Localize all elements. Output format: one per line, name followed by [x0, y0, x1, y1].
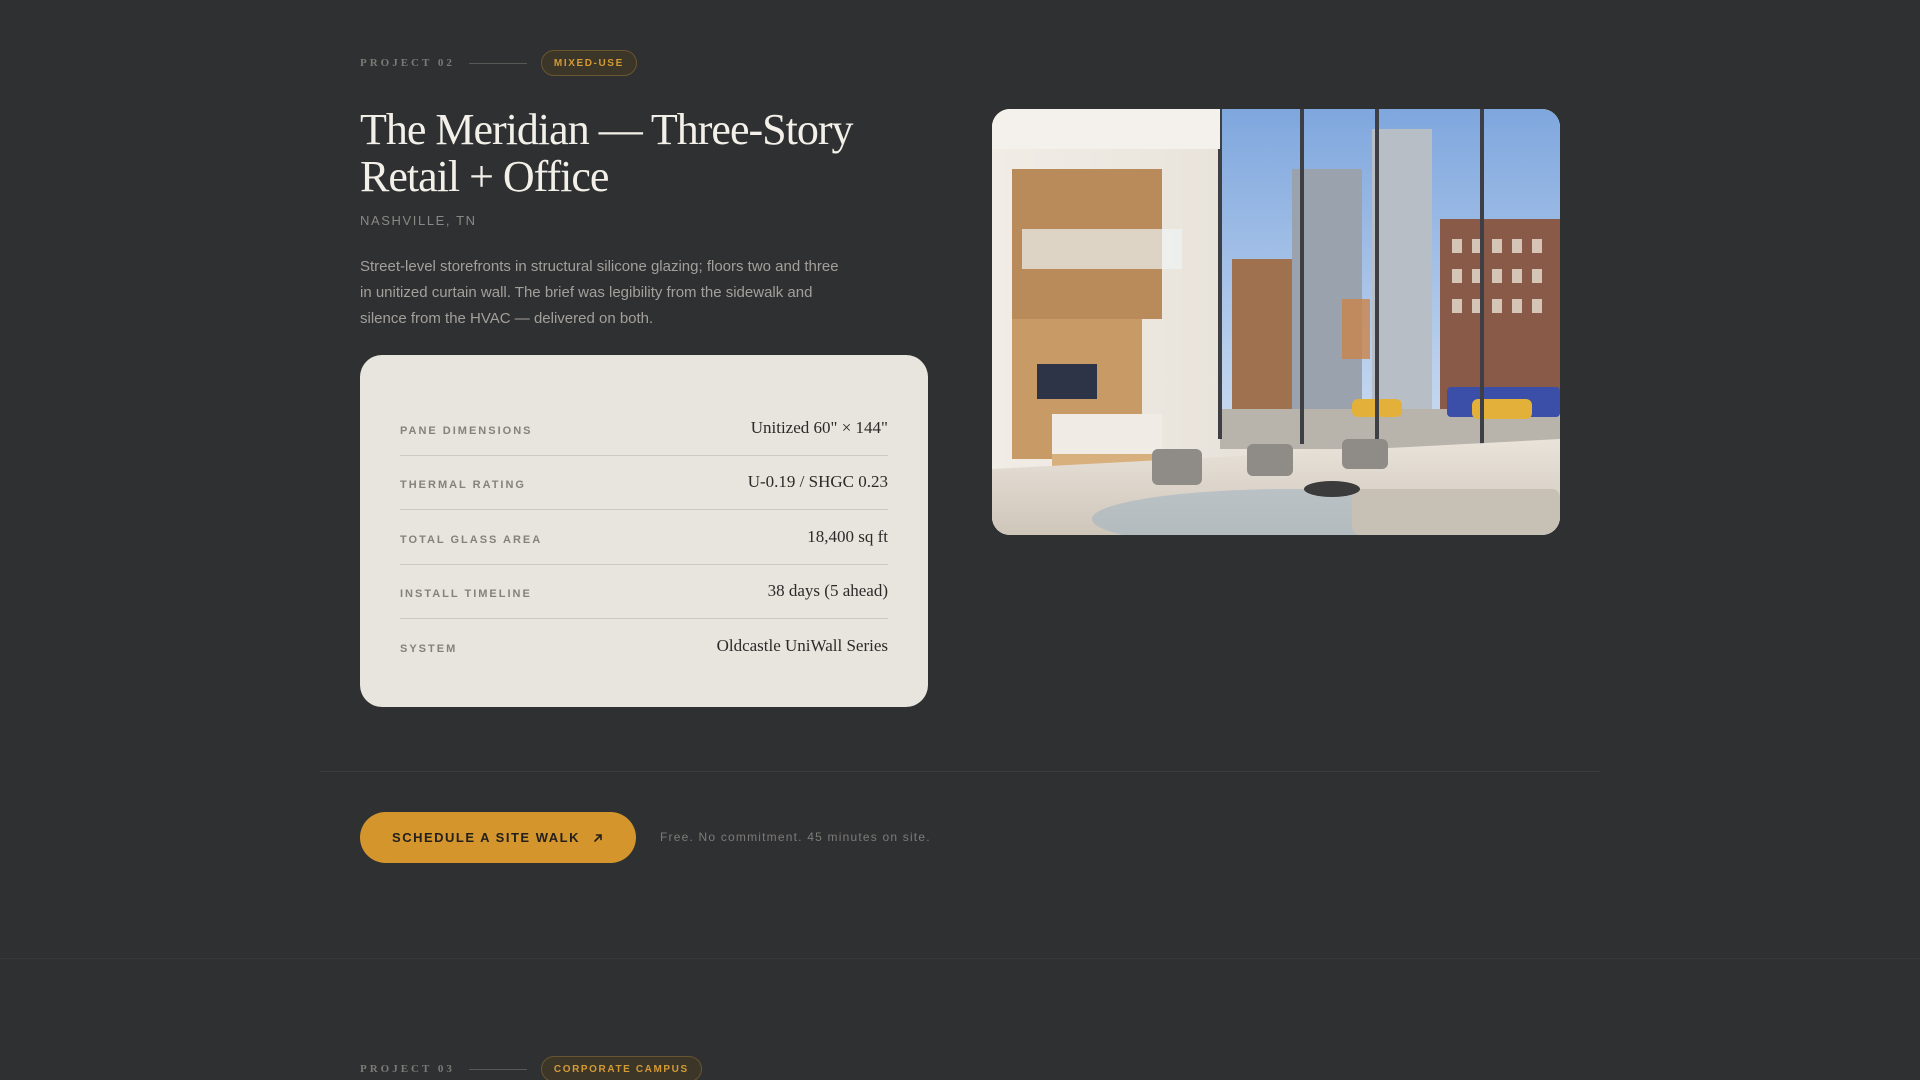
spec-value: Unitized 60" × 144" — [750, 417, 888, 437]
project-number: PROJECT 03 — [360, 1063, 455, 1075]
spec-value: 18,400 sq ft — [807, 526, 888, 546]
section-divider — [320, 771, 1600, 772]
spec-label: SYSTEM — [400, 643, 458, 656]
spec-row: THERMAL RATING U-0.19 / SHGC 0.23 — [400, 456, 888, 510]
project-location: NASHVILLE, TN — [360, 213, 477, 228]
spec-card: PANE DIMENSIONS Unitized 60" × 144" THER… — [360, 355, 928, 707]
category-badge: MIXED-USE — [540, 50, 637, 76]
schedule-site-walk-button[interactable]: SCHEDULE A SITE WALK — [360, 812, 636, 863]
spec-value: 38 days (5 ahead) — [767, 581, 888, 601]
spec-row: SYSTEM Oldcastle UniWall Series — [400, 619, 888, 674]
spec-label: INSTALL TIMELINE — [400, 588, 532, 601]
project-number: PROJECT 02 — [360, 57, 455, 69]
spec-row: TOTAL GLASS AREA 18,400 sq ft — [400, 510, 888, 565]
spec-label: PANE DIMENSIONS — [400, 424, 533, 437]
cta-note: Free. No commitment. 45 minutes on site. — [660, 830, 931, 844]
spec-value: U-0.19 / SHGC 0.23 — [747, 472, 888, 492]
cta-label: SCHEDULE A SITE WALK — [392, 830, 580, 845]
eyebrow-rule — [468, 62, 527, 64]
project-title: The Meridian — Three-Story Retail + Offi… — [360, 105, 853, 201]
spec-row: PANE DIMENSIONS Unitized 60" × 144" — [400, 401, 888, 456]
spec-label: TOTAL GLASS AREA — [400, 533, 543, 546]
category-badge: CORPORATE CAMPUS — [540, 1056, 702, 1080]
eyebrow-rule — [468, 1068, 527, 1070]
spec-label: THERMAL RATING — [400, 479, 526, 492]
spec-value: Oldcastle UniWall Series — [716, 636, 888, 656]
project-photo — [992, 109, 1560, 535]
project-eyebrow: PROJECT 02 MIXED-USE — [360, 50, 637, 76]
project-divider — [0, 958, 1920, 959]
project-eyebrow-next: PROJECT 03 CORPORATE CAMPUS — [360, 1056, 702, 1080]
project-description: Street-level storefronts in structural s… — [360, 258, 839, 327]
spec-row: INSTALL TIMELINE 38 days (5 ahead) — [400, 565, 888, 619]
arrow-up-right-icon — [594, 833, 602, 842]
page: PROJECT 02 MIXED-USE The Meridian — Thre… — [0, 0, 1920, 1080]
